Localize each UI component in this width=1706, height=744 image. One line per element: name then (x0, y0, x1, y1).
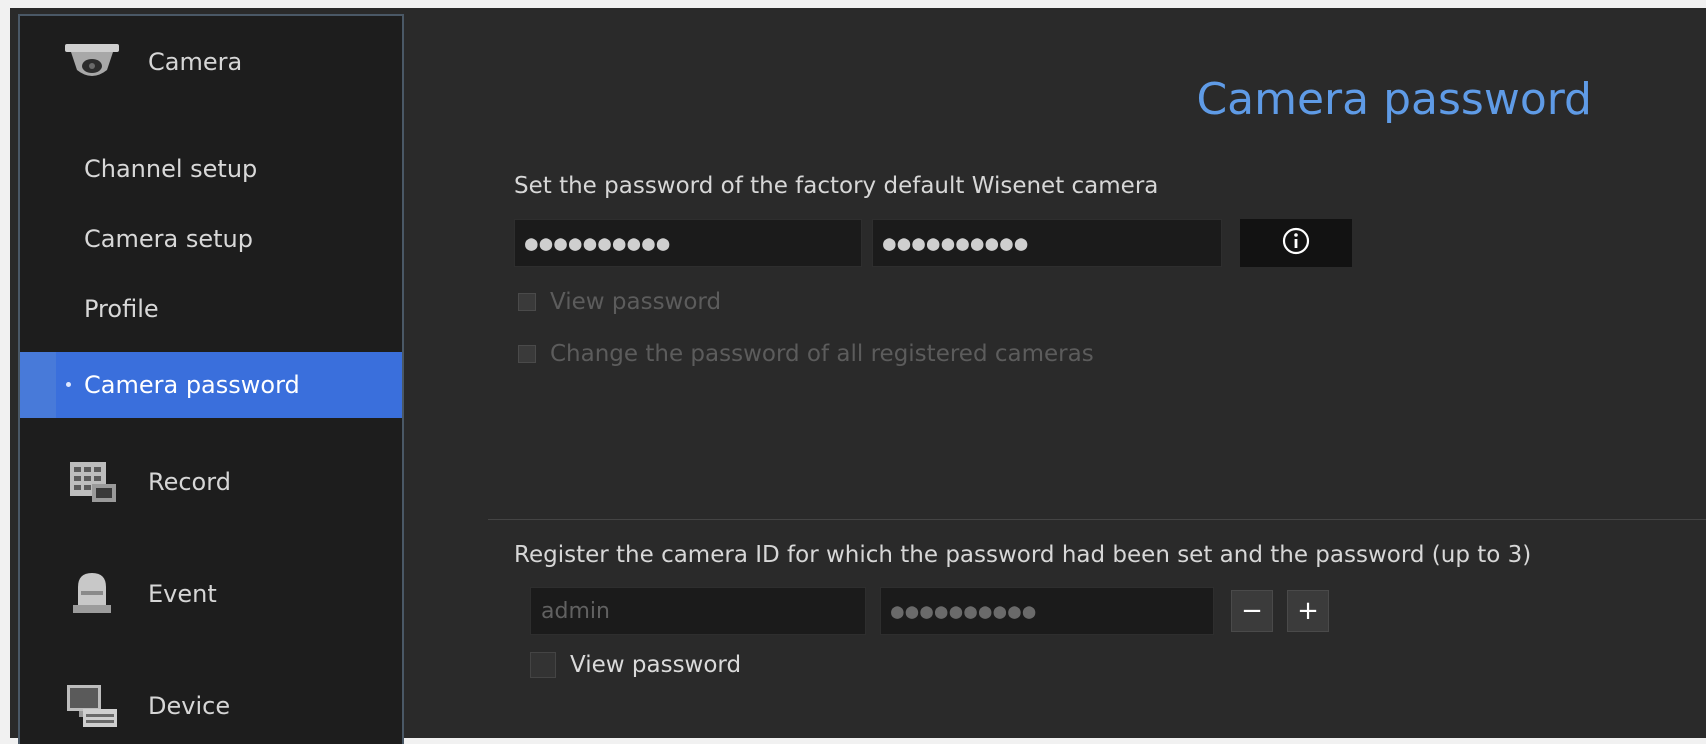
device-monitor-icon (62, 681, 122, 731)
change-all-cameras-row: Change the password of all registered ca… (518, 341, 1094, 367)
sidebar-item-channel-setup[interactable]: Channel setup (20, 136, 402, 202)
sidebar-item-label: Camera setup (84, 225, 253, 253)
register-view-password-row: View password (530, 652, 741, 678)
password-info-button[interactable] (1240, 219, 1352, 267)
sidebar-item-camera-setup[interactable]: Camera setup (20, 206, 402, 272)
checkbox-label: Change the password of all registered ca… (550, 341, 1094, 367)
checkbox-label: View password (570, 652, 742, 678)
sidebar-category-label: Device (148, 692, 231, 720)
page-title: Camera password (1196, 74, 1592, 125)
sidebar-item-label: Camera password (84, 371, 300, 399)
dome-camera-icon (62, 37, 122, 87)
sidebar-category-label: Event (148, 580, 217, 608)
checkbox-label: View password (550, 289, 722, 315)
register-view-password-checkbox[interactable] (530, 652, 556, 678)
frame-top-edge (0, 0, 1706, 8)
sidebar-item-camera-password[interactable]: Camera password (20, 352, 402, 418)
sidebar-item-label: Profile (84, 295, 159, 323)
sidebar-item-profile[interactable]: Profile (20, 276, 402, 342)
info-icon (1282, 227, 1310, 259)
register-camera-label: Register the camera ID for which the pas… (514, 542, 1532, 568)
sidebar-category-event[interactable]: Event (20, 564, 402, 624)
section-divider (488, 519, 1706, 520)
remove-camera-button[interactable]: − (1231, 590, 1273, 632)
factory-view-password-checkbox[interactable] (518, 293, 536, 311)
sidebar-category-camera[interactable]: Camera (20, 32, 402, 92)
factory-view-password-row: View password (518, 289, 721, 315)
factory-password-label: Set the password of the factory default … (514, 173, 1159, 199)
factory-password-confirm-input[interactable]: ●●●●●●●●●● (872, 219, 1222, 267)
registered-password-input[interactable]: ●●●●●●●●●● (880, 587, 1214, 635)
active-indicator (20, 352, 56, 418)
frame-left-edge (0, 0, 10, 744)
factory-password-input[interactable]: ●●●●●●●●●● (514, 219, 862, 267)
event-alarm-icon (62, 569, 122, 619)
sidebar-category-device[interactable]: Device (20, 676, 402, 736)
active-bullet (66, 382, 71, 387)
record-schedule-icon (62, 457, 122, 507)
camera-id-input[interactable]: admin (530, 587, 866, 635)
sidebar-menu: Camera Channel setup Camera setup Profil… (18, 14, 404, 744)
add-camera-button[interactable]: + (1287, 590, 1329, 632)
sidebar-category-label: Camera (148, 48, 243, 76)
sidebar-category-record[interactable]: Record (20, 452, 402, 512)
camera-password-screen: Camera Channel setup Camera setup Profil… (0, 0, 1706, 744)
sidebar-item-label: Channel setup (84, 155, 258, 183)
change-all-cameras-checkbox[interactable] (518, 345, 536, 363)
sidebar-category-label: Record (148, 468, 231, 496)
